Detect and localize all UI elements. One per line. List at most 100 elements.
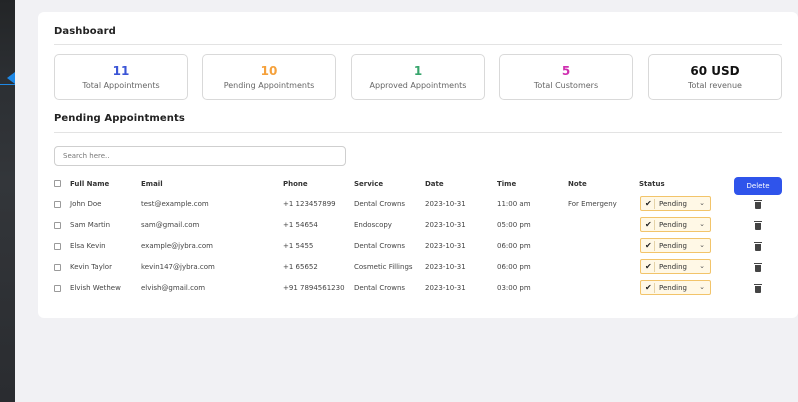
cell-service: Endoscopy bbox=[354, 221, 392, 229]
cell-time: 06:00 pm bbox=[497, 263, 531, 271]
status-select[interactable]: ✔ Pending ⌄ bbox=[640, 217, 711, 232]
cell-time: 11:00 am bbox=[497, 200, 531, 208]
cell-date: 2023-10-31 bbox=[425, 263, 466, 271]
cell-phone: +91 7894561230 bbox=[283, 284, 345, 292]
cell-full-name: Elsa Kevin bbox=[70, 242, 106, 250]
stat-label: Total revenue bbox=[688, 81, 742, 90]
cell-service: Cosmetic Fillings bbox=[354, 263, 413, 271]
stat-card-pending-appointments: 10 Pending Appointments bbox=[202, 54, 336, 100]
cell-full-name: Kevin Taylor bbox=[70, 263, 112, 271]
cell-full-name: Elvish Wethew bbox=[70, 284, 121, 292]
cell-time: 06:00 pm bbox=[497, 242, 531, 250]
cell-service: Dental Crowns bbox=[354, 284, 406, 292]
column-header-note: Note bbox=[568, 180, 587, 188]
status-value: Pending bbox=[659, 221, 687, 229]
check-icon: ✔ bbox=[645, 241, 652, 250]
dashboard-card: Dashboard 11 Total Appointments 10 Pendi… bbox=[38, 12, 798, 318]
delete-button[interactable]: Delete bbox=[734, 177, 782, 195]
row-checkbox[interactable] bbox=[54, 285, 61, 292]
stat-label: Pending Appointments bbox=[223, 81, 315, 90]
stat-label: Total Appointments bbox=[82, 81, 160, 90]
row-checkbox[interactable] bbox=[54, 243, 61, 250]
cell-time: 03:00 pm bbox=[497, 284, 531, 292]
trash-icon[interactable] bbox=[754, 284, 762, 293]
divider bbox=[654, 220, 655, 230]
column-header-service: Service bbox=[354, 180, 384, 188]
check-icon: ✔ bbox=[645, 220, 652, 229]
stat-value: 11 bbox=[112, 64, 130, 78]
divider bbox=[654, 283, 655, 293]
trash-icon[interactable] bbox=[754, 200, 762, 209]
stat-label: Approved Appointments bbox=[369, 81, 467, 90]
sidebar-collapse-arrow-icon[interactable] bbox=[7, 72, 15, 84]
cell-email: elvish@gmail.com bbox=[141, 284, 206, 292]
cell-full-name: John Doe bbox=[70, 200, 102, 208]
trash-icon[interactable] bbox=[754, 263, 762, 272]
trash-icon[interactable] bbox=[754, 221, 762, 230]
column-header-full-name: Full Name bbox=[70, 180, 110, 188]
check-icon: ✔ bbox=[645, 283, 652, 292]
chevron-down-icon: ⌄ bbox=[699, 283, 705, 291]
status-select[interactable]: ✔ Pending ⌄ bbox=[640, 238, 711, 253]
status-value: Pending bbox=[659, 200, 687, 208]
row-checkbox[interactable] bbox=[54, 201, 61, 208]
cell-time: 05:00 pm bbox=[497, 221, 531, 229]
column-header-email: Email bbox=[141, 180, 163, 188]
column-header-date: Date bbox=[425, 180, 444, 188]
cell-service: Dental Crowns bbox=[354, 242, 406, 250]
dashboard-title: Dashboard bbox=[54, 26, 116, 37]
cell-email: sam@gmail.com bbox=[141, 221, 200, 229]
status-select[interactable]: ✔ Pending ⌄ bbox=[640, 259, 711, 274]
stat-card-total-customers: 5 Total Customers bbox=[499, 54, 633, 100]
stat-value: 5 bbox=[561, 64, 571, 78]
chevron-down-icon: ⌄ bbox=[699, 220, 705, 228]
stat-card-total-revenue: 60 USD Total revenue bbox=[648, 54, 782, 100]
stat-value: 10 bbox=[260, 64, 278, 78]
stat-value: 1 bbox=[413, 64, 423, 78]
stat-card-approved-appointments: 1 Approved Appointments bbox=[351, 54, 485, 100]
stat-label: Total Customers bbox=[533, 81, 599, 90]
stat-value: 60 USD bbox=[690, 64, 740, 78]
chevron-down-icon: ⌄ bbox=[699, 241, 705, 249]
column-header-status: Status bbox=[639, 180, 665, 188]
row-checkbox[interactable] bbox=[54, 222, 61, 229]
column-header-time: Time bbox=[497, 180, 517, 188]
status-value: Pending bbox=[659, 242, 687, 250]
cell-date: 2023-10-31 bbox=[425, 221, 466, 229]
status-value: Pending bbox=[659, 284, 687, 292]
cell-phone: +1 123457899 bbox=[283, 200, 336, 208]
cell-phone: +1 5455 bbox=[283, 242, 314, 250]
column-header-phone: Phone bbox=[283, 180, 308, 188]
cell-full-name: Sam Martin bbox=[70, 221, 111, 229]
pending-appointments-title: Pending Appointments bbox=[54, 113, 185, 124]
cell-phone: +1 54654 bbox=[283, 221, 318, 229]
stat-card-total-appointments: 11 Total Appointments bbox=[54, 54, 188, 100]
cell-date: 2023-10-31 bbox=[425, 200, 466, 208]
cell-email: example@jybra.com bbox=[141, 242, 214, 250]
trash-icon[interactable] bbox=[754, 242, 762, 251]
cell-date: 2023-10-31 bbox=[425, 242, 466, 250]
chevron-down-icon: ⌄ bbox=[699, 262, 705, 270]
stats-row: 11 Total Appointments 10 Pending Appoint… bbox=[54, 54, 785, 100]
divider bbox=[654, 241, 655, 251]
select-all-checkbox[interactable] bbox=[54, 180, 61, 187]
status-select[interactable]: ✔ Pending ⌄ bbox=[640, 280, 711, 295]
cell-date: 2023-10-31 bbox=[425, 284, 466, 292]
row-checkbox[interactable] bbox=[54, 264, 61, 271]
status-select[interactable]: ✔ Pending ⌄ bbox=[640, 196, 711, 211]
sidebar bbox=[0, 0, 15, 402]
cell-service: Dental Crowns bbox=[354, 200, 406, 208]
check-icon: ✔ bbox=[645, 262, 652, 271]
divider bbox=[654, 199, 655, 209]
divider bbox=[654, 262, 655, 272]
check-icon: ✔ bbox=[645, 199, 652, 208]
status-value: Pending bbox=[659, 263, 687, 271]
search-input[interactable] bbox=[54, 146, 346, 166]
cell-email: test@example.com bbox=[141, 200, 209, 208]
divider bbox=[54, 44, 782, 45]
divider bbox=[54, 132, 782, 133]
sidebar-active-indicator bbox=[0, 84, 15, 85]
cell-email: kevin147@jybra.com bbox=[141, 263, 215, 271]
chevron-down-icon: ⌄ bbox=[699, 199, 705, 207]
cell-note: For Emergeny bbox=[568, 200, 617, 208]
